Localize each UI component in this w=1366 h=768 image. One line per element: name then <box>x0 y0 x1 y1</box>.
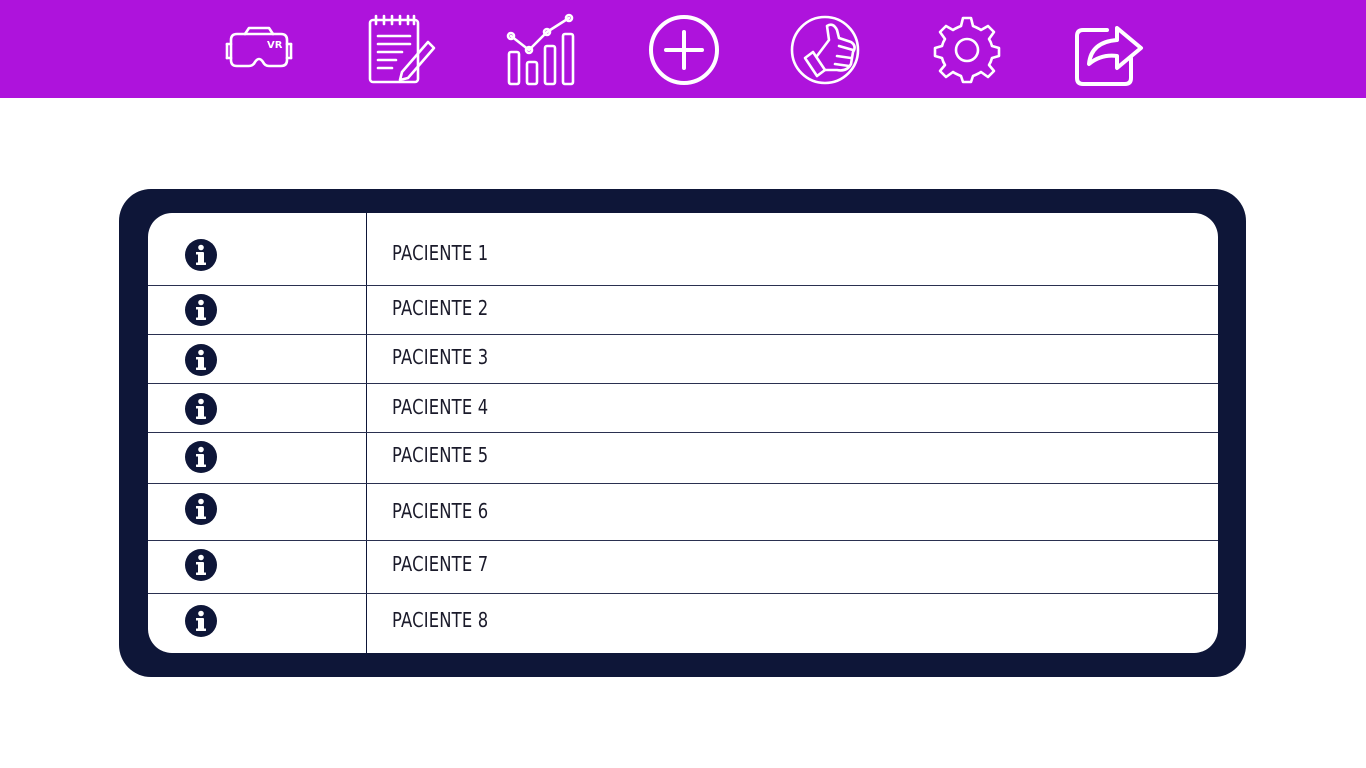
table-row[interactable]: PACIENTE 2 <box>148 285 1218 334</box>
svg-text:VR: VR <box>267 40 283 51</box>
vr-headset-icon[interactable]: VR <box>221 12 297 88</box>
info-icon[interactable] <box>185 441 217 473</box>
info-icon[interactable] <box>185 393 217 425</box>
info-icon[interactable] <box>185 605 217 637</box>
analytics-chart-icon[interactable] <box>503 12 579 88</box>
patient-name: PACIENTE 3 <box>392 345 489 369</box>
thumbs-up-icon[interactable] <box>787 12 863 88</box>
table-row[interactable]: PACIENTE 3 <box>148 334 1218 383</box>
table-row[interactable]: PACIENTE 7 <box>148 540 1218 593</box>
table-row[interactable]: PACIENTE 4 <box>148 383 1218 432</box>
patient-name: PACIENTE 4 <box>392 395 489 419</box>
table-row[interactable]: PACIENTE 5 <box>148 432 1218 483</box>
patient-name: PACIENTE 6 <box>392 499 489 523</box>
patient-name: PACIENTE 5 <box>392 443 489 467</box>
patient-name: PACIENTE 7 <box>392 552 489 576</box>
patient-name: PACIENTE 8 <box>392 608 489 632</box>
gear-icon[interactable] <box>929 12 1005 88</box>
info-icon[interactable] <box>185 344 217 376</box>
table-row[interactable]: PACIENTE 1 <box>148 213 1218 285</box>
table-row[interactable]: PACIENTE 8 <box>148 593 1218 653</box>
info-icon[interactable] <box>185 239 217 271</box>
table-row[interactable]: PACIENTE 6 <box>148 483 1218 540</box>
patient-name: PACIENTE 1 <box>392 241 489 265</box>
info-icon[interactable] <box>185 549 217 581</box>
info-icon[interactable] <box>185 493 217 525</box>
patient-table: PACIENTE 1 PACIENTE 2 PACIENTE 3 PACIENT… <box>148 213 1218 653</box>
top-toolbar: VR <box>0 0 1366 98</box>
info-icon[interactable] <box>185 294 217 326</box>
patient-name: PACIENTE 2 <box>392 296 489 320</box>
share-icon[interactable] <box>1071 12 1147 88</box>
notepad-icon[interactable] <box>362 12 438 88</box>
add-circle-icon[interactable] <box>646 12 722 88</box>
